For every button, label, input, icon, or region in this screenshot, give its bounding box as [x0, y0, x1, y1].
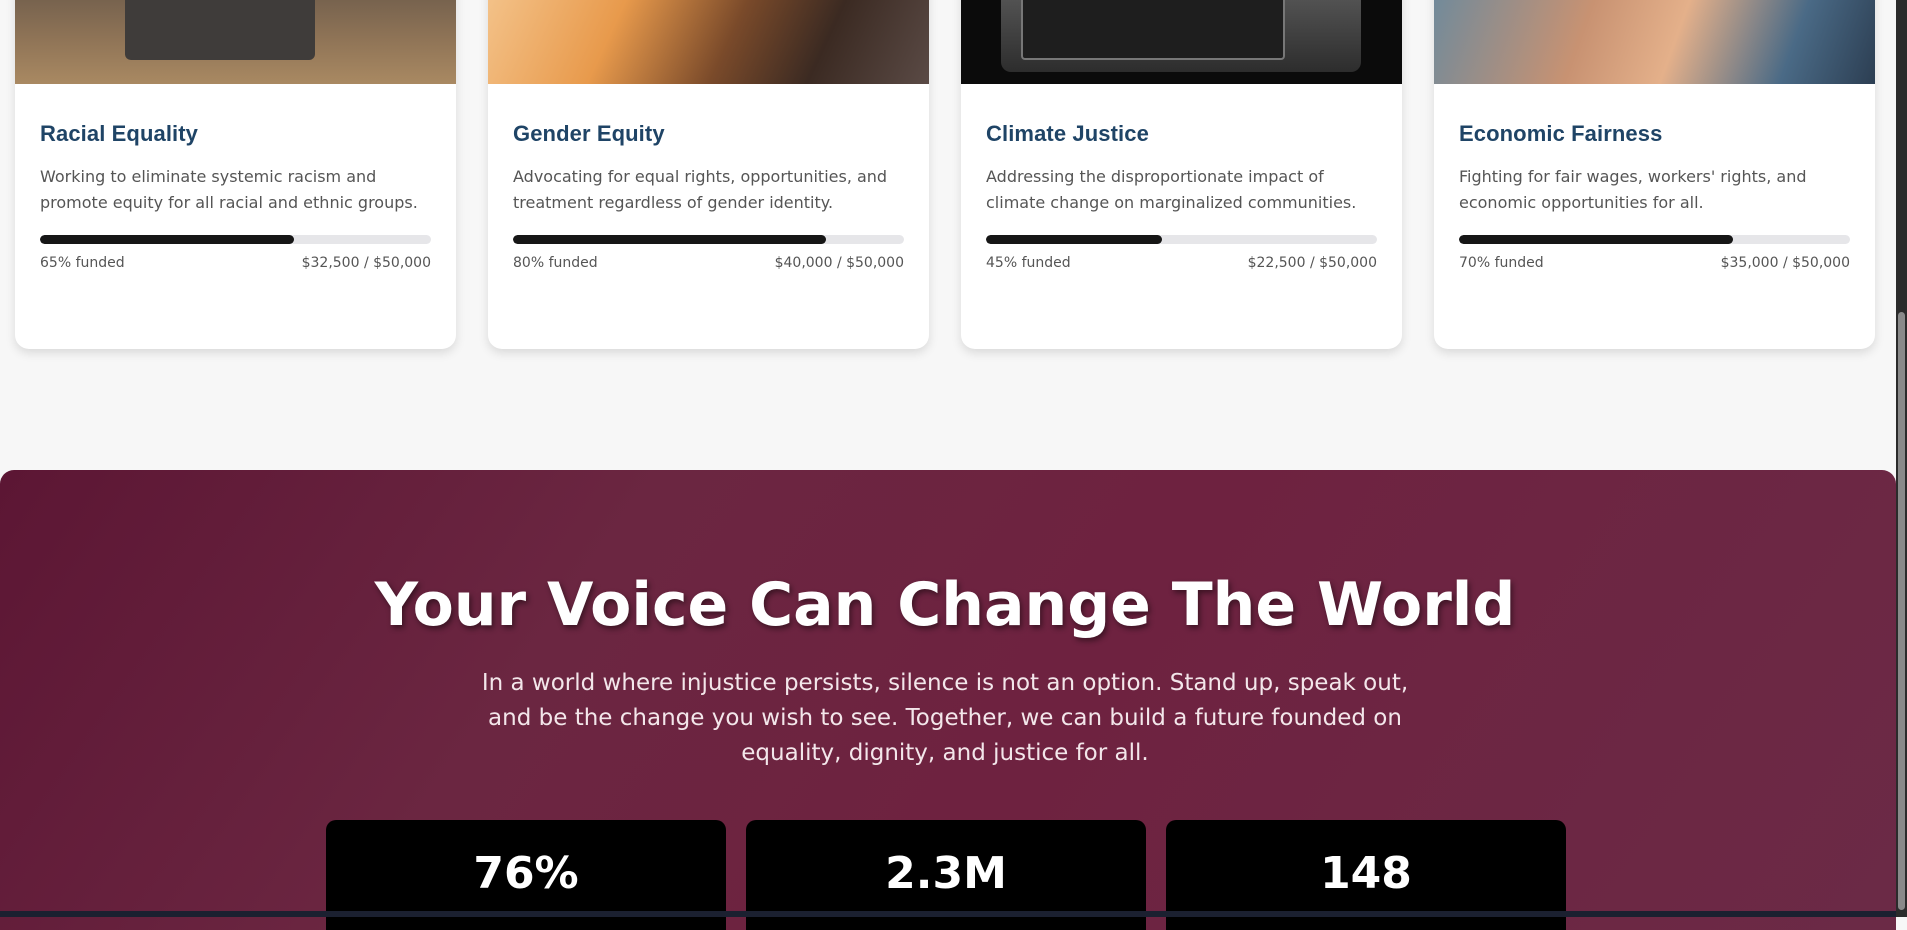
cause-description: Fighting for fair wages, workers' rights…: [1459, 167, 1807, 212]
funded-amount: $32,500 / $50,000: [301, 255, 431, 271]
vertical-scrollbar[interactable]: [1896, 0, 1907, 917]
cause-title[interactable]: Racial Equality: [40, 121, 431, 147]
funding-progress-bar: [986, 235, 1377, 244]
funding-progress-bar: [513, 235, 904, 244]
funded-percent: 70% funded: [1459, 255, 1544, 271]
funding-meta: 70% funded $35,000 / $50,000: [1459, 255, 1850, 271]
cause-title[interactable]: Economic Fairness: [1459, 121, 1850, 147]
cause-image: [961, 0, 1402, 84]
funding-progress-fill: [40, 235, 295, 244]
funding-progress-fill: [986, 235, 1162, 244]
cause-card-climate-justice[interactable]: Climate Justice Addressing the dispropor…: [961, 0, 1402, 349]
call-to-action-section: Your Voice Can Change The World In a wor…: [0, 470, 1896, 930]
funding-meta: 65% funded $32,500 / $50,000: [40, 255, 431, 271]
cause-title[interactable]: Climate Justice: [986, 121, 1377, 147]
cause-title[interactable]: Gender Equity: [513, 121, 904, 147]
funding-meta: 45% funded $22,500 / $50,000: [986, 255, 1377, 271]
funded-percent: 65% funded: [40, 255, 125, 271]
bottom-edge: [0, 911, 1907, 917]
cause-image: [15, 0, 456, 84]
funded-amount: $40,000 / $50,000: [774, 255, 904, 271]
funding-progress-bar: [40, 235, 431, 244]
cause-body: Climate Justice Addressing the dispropor…: [986, 121, 1377, 271]
stat-value: 2.3M: [885, 848, 1007, 899]
cause-body: Gender Equity Advocating for equal right…: [513, 121, 904, 271]
cta-title: Your Voice Can Change The World: [374, 570, 1516, 640]
cause-description: Addressing the disproportionate impact o…: [986, 167, 1357, 212]
cause-card-racial-equality[interactable]: Racial Equality Working to eliminate sys…: [15, 0, 456, 349]
funded-percent: 80% funded: [513, 255, 598, 271]
cause-card-gender-equity[interactable]: Gender Equity Advocating for equal right…: [488, 0, 929, 349]
funding-progress-fill: [1459, 235, 1733, 244]
cause-body: Economic Fairness Fighting for fair wage…: [1459, 121, 1850, 271]
scrollbar-thumb[interactable]: [1898, 312, 1905, 910]
funding-progress-fill: [513, 235, 826, 244]
cause-image: [488, 0, 929, 84]
cta-text: In a world where injustice persists, sil…: [481, 670, 1409, 766]
causes-grid: Racial Equality Working to eliminate sys…: [0, 0, 1890, 360]
stat-value: 148: [1320, 848, 1412, 899]
funded-amount: $35,000 / $50,000: [1720, 255, 1850, 271]
cause-description: Working to eliminate systemic racism and…: [40, 167, 418, 212]
funding-meta: 80% funded $40,000 / $50,000: [513, 255, 904, 271]
cause-card-economic-fairness[interactable]: Economic Fairness Fighting for fair wage…: [1434, 0, 1875, 349]
cause-description: Advocating for equal rights, opportuniti…: [513, 167, 888, 212]
stat-value: 76%: [473, 848, 579, 899]
funding-progress-bar: [1459, 235, 1850, 244]
funded-percent: 45% funded: [986, 255, 1071, 271]
funded-amount: $22,500 / $50,000: [1247, 255, 1377, 271]
cause-image: [1434, 0, 1875, 84]
cause-body: Racial Equality Working to eliminate sys…: [40, 121, 431, 271]
